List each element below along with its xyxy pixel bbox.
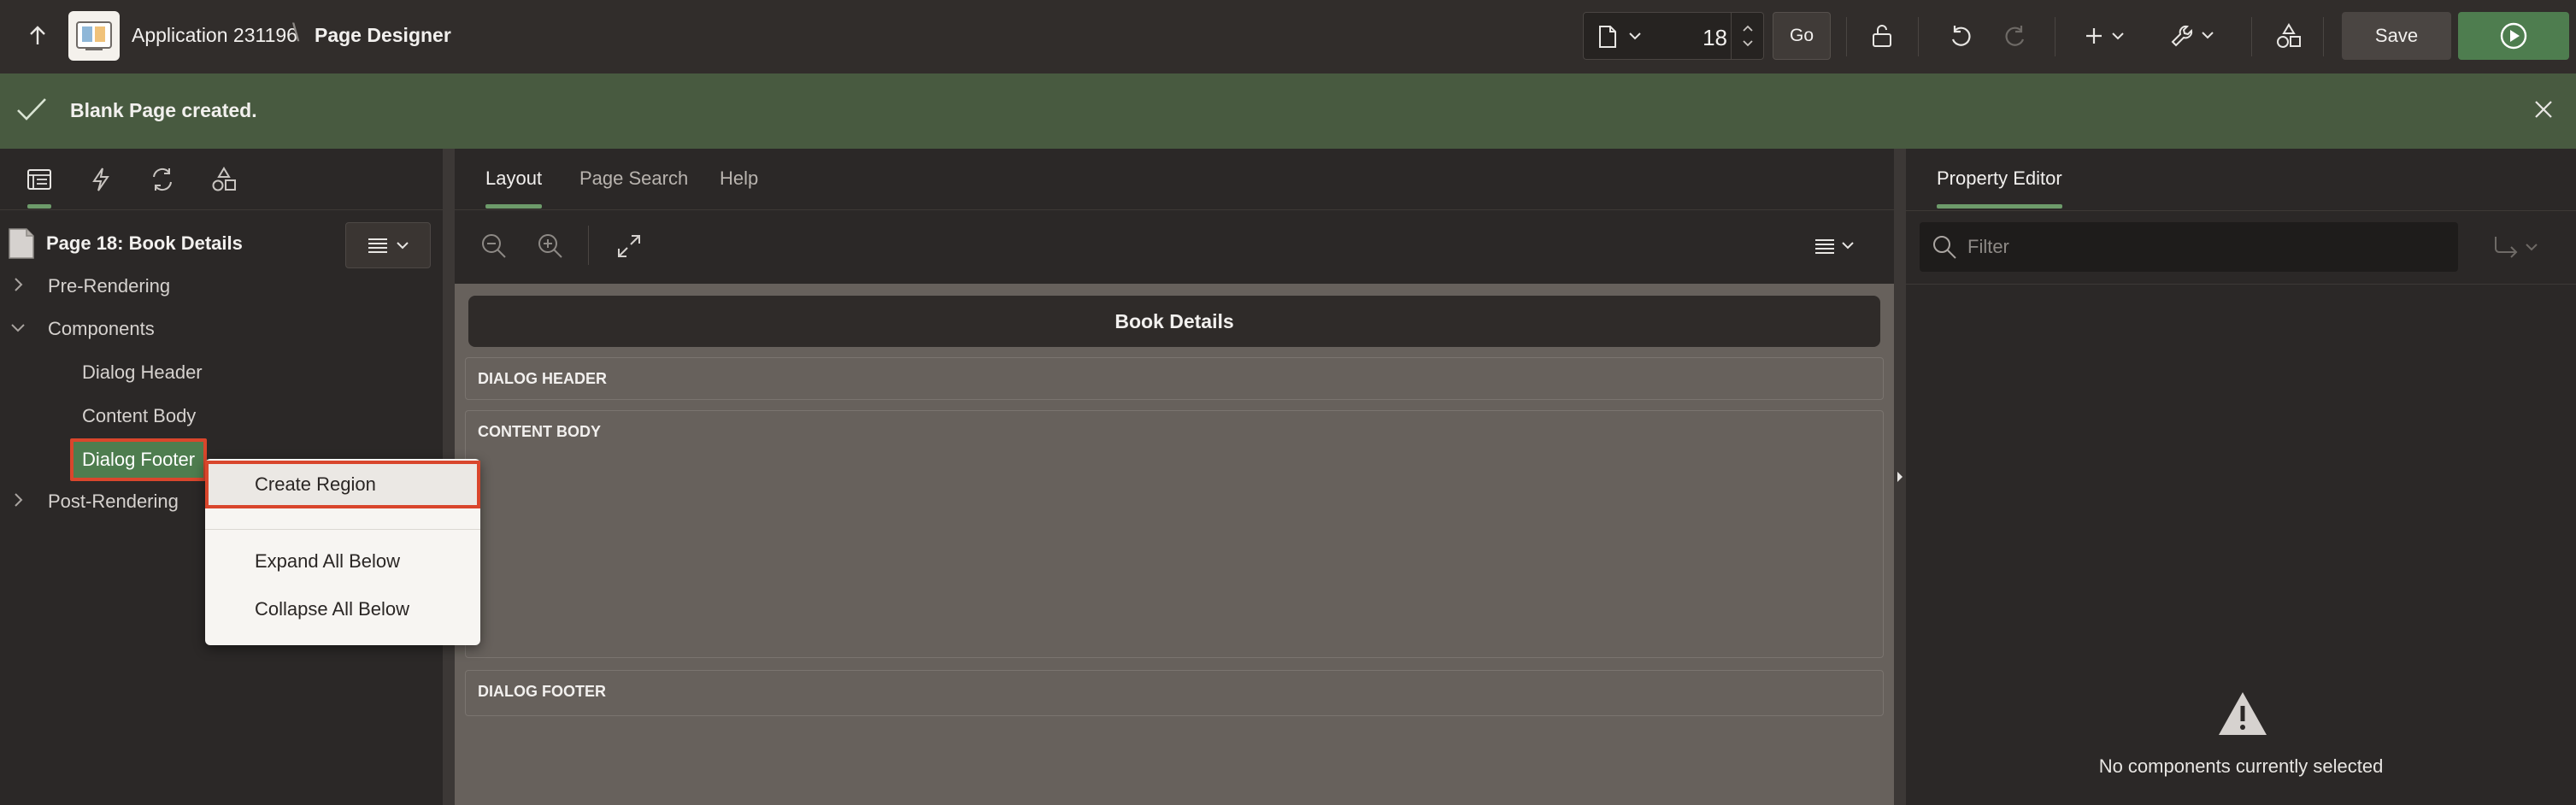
tree-item-components[interactable]: Components <box>48 318 155 340</box>
zoom-out-icon[interactable] <box>477 229 511 263</box>
chevron-down-icon <box>2526 244 2538 251</box>
menu-separator <box>205 529 480 530</box>
expand-icon[interactable] <box>612 229 646 263</box>
tab-property-editor[interactable]: Property Editor <box>1937 167 2062 209</box>
menu-item-create-region[interactable]: Create Region <box>205 461 480 508</box>
collapse-right-icon[interactable] <box>1897 471 1903 483</box>
region-label: DIALOG HEADER <box>478 370 608 387</box>
top-toolbar: Application 231196 \ Page Designer 18 Go <box>0 0 2576 73</box>
layout-panel: Layout Page Search Help Book Details DIA… <box>455 149 1894 805</box>
filter-input[interactable] <box>1967 236 2429 258</box>
tree-root-page[interactable]: Page 18: Book Details <box>7 227 243 260</box>
dialog-footer-region[interactable]: DIALOG FOOTER <box>465 670 1884 716</box>
up-arrow-icon[interactable] <box>22 21 53 51</box>
dialog-title-bar: Book Details <box>468 296 1880 347</box>
page-title: Page Designer <box>315 24 451 46</box>
search-icon <box>1933 236 1956 259</box>
region-label: DIALOG FOOTER <box>478 683 606 700</box>
undo-icon[interactable] <box>1942 19 1979 53</box>
utilities-wrench-icon[interactable] <box>2166 19 2222 53</box>
menu-item-collapse-all-below[interactable]: Collapse All Below <box>205 585 480 633</box>
chevron-up-icon[interactable] <box>1742 25 1754 32</box>
chevron-down-icon[interactable] <box>1742 40 1754 47</box>
region-label: CONTENT BODY <box>478 423 601 440</box>
warning-icon <box>2217 690 2268 737</box>
toolbar-divider <box>1918 17 1919 56</box>
page-number-input[interactable]: 18 <box>1703 25 1727 51</box>
list-menu-icon <box>368 238 387 253</box>
zoom-in-icon[interactable] <box>533 229 568 263</box>
rendering-tab-icon[interactable] <box>17 162 62 209</box>
shared-components-icon[interactable] <box>2270 19 2308 53</box>
breadcrumb-separator: \ <box>292 19 300 47</box>
filter-field[interactable] <box>1920 222 2458 272</box>
go-button[interactable]: Go <box>1773 12 1831 60</box>
create-menu-plus-icon[interactable] <box>2079 19 2135 53</box>
processing-tab-icon[interactable] <box>140 162 185 197</box>
empty-state-message: No components currently selected <box>2098 755 2384 777</box>
play-icon <box>2500 22 2527 50</box>
chevron-right-icon[interactable] <box>14 492 24 508</box>
right-splitter[interactable] <box>1894 149 1906 805</box>
toolbar-divider <box>2323 17 2324 56</box>
tree-item-pre-rendering[interactable]: Pre-Rendering <box>48 275 170 297</box>
chevron-right-icon[interactable] <box>14 277 24 292</box>
success-notification: Blank Page created. <box>0 73 2576 149</box>
notification-message: Blank Page created. <box>70 99 257 121</box>
page-icon[interactable] <box>1597 25 1618 49</box>
chevron-down-icon[interactable] <box>1628 32 1642 40</box>
lock-page-icon[interactable] <box>1863 19 1901 53</box>
run-page-button[interactable] <box>2458 12 2569 60</box>
tree-root-label: Page 18: Book Details <box>46 232 243 254</box>
tree-context-menu: Create Region Expand All Below Collapse … <box>205 459 480 645</box>
layout-menu-button[interactable] <box>1810 229 1861 263</box>
tree-item-dialog-header[interactable]: Dialog Header <box>82 361 203 384</box>
page-selector[interactable]: 18 <box>1583 12 1764 60</box>
tree-item-post-rendering[interactable]: Post-Rendering <box>48 491 179 513</box>
page-number-stepper[interactable] <box>1731 13 1763 59</box>
center-tabs: Layout Page Search Help <box>455 149 1894 210</box>
tab-page-search[interactable]: Page Search <box>579 167 688 190</box>
dialog-header-region[interactable]: DIALOG HEADER <box>465 357 1884 400</box>
menu-item-expand-all-below[interactable]: Expand All Below <box>205 538 480 585</box>
app-title[interactable]: Application 231196 <box>132 24 297 47</box>
redo-icon[interactable] <box>1997 19 2034 53</box>
layout-toolbar <box>455 210 1894 284</box>
list-menu-icon <box>1815 239 1854 254</box>
layout-canvas[interactable]: Book Details DIALOG HEADER CONTENT BODY … <box>455 284 1894 805</box>
check-icon <box>15 96 48 123</box>
chevron-down-icon <box>397 242 409 250</box>
tree-menu-button[interactable] <box>345 222 431 268</box>
divider <box>1906 284 2576 285</box>
content-body-region[interactable]: CONTENT BODY <box>465 410 1884 658</box>
shared-components-tab-icon[interactable] <box>202 162 246 197</box>
dynamic-actions-tab-icon[interactable] <box>79 162 123 197</box>
tab-help[interactable]: Help <box>720 167 758 190</box>
go-to-group-button[interactable] <box>2492 234 2538 260</box>
tree-item-dialog-footer[interactable]: Dialog Footer <box>70 438 207 481</box>
left-panel-tabs <box>0 149 443 210</box>
app-logo[interactable] <box>68 11 120 61</box>
toolbar-divider <box>2251 17 2252 56</box>
chevron-down-icon[interactable] <box>10 323 26 333</box>
save-button[interactable]: Save <box>2342 12 2451 60</box>
tree-item-content-body[interactable]: Content Body <box>82 405 196 427</box>
page-icon <box>9 228 34 259</box>
property-editor-panel: Property Editor No components currently … <box>1906 149 2576 805</box>
divider <box>1906 210 2576 211</box>
close-icon[interactable] <box>2533 99 2554 120</box>
toolbar-divider <box>588 226 589 265</box>
go-to-group-icon <box>2495 237 2518 258</box>
toolbar-divider <box>1846 17 1847 56</box>
tab-layout[interactable]: Layout <box>485 167 543 209</box>
toolbar-divider <box>2055 17 2056 56</box>
